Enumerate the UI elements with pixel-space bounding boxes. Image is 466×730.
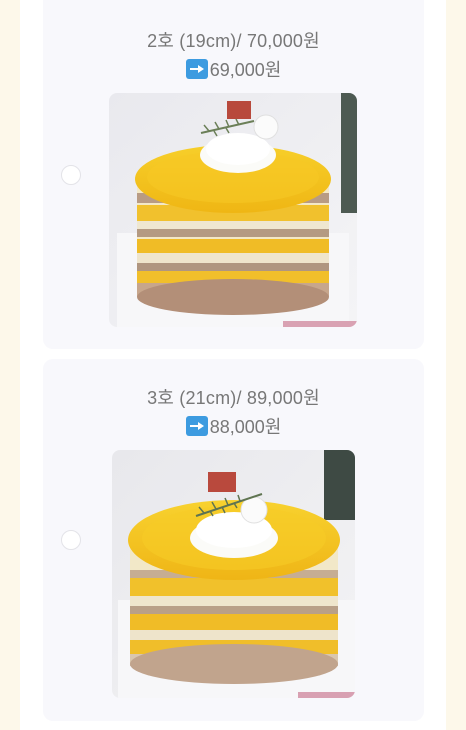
option-size-label: 3호 (21cm)/ 89,000원 xyxy=(147,388,320,408)
option-radio-button[interactable] xyxy=(61,165,81,185)
cake-photo xyxy=(109,93,357,327)
option-sale-price: 69,000원 xyxy=(43,56,424,82)
cake-photo xyxy=(112,450,355,698)
option-size-label: 2호 (19cm)/ 70,000원 xyxy=(147,31,320,51)
option-sale-price: 88,000원 xyxy=(43,413,424,439)
right-arrow-icon xyxy=(185,416,208,436)
sale-price-text: 88,000원 xyxy=(209,417,282,437)
sale-price-text: 69,000원 xyxy=(209,60,282,80)
option-radio-button[interactable] xyxy=(61,530,81,550)
right-arrow-icon xyxy=(185,59,208,79)
